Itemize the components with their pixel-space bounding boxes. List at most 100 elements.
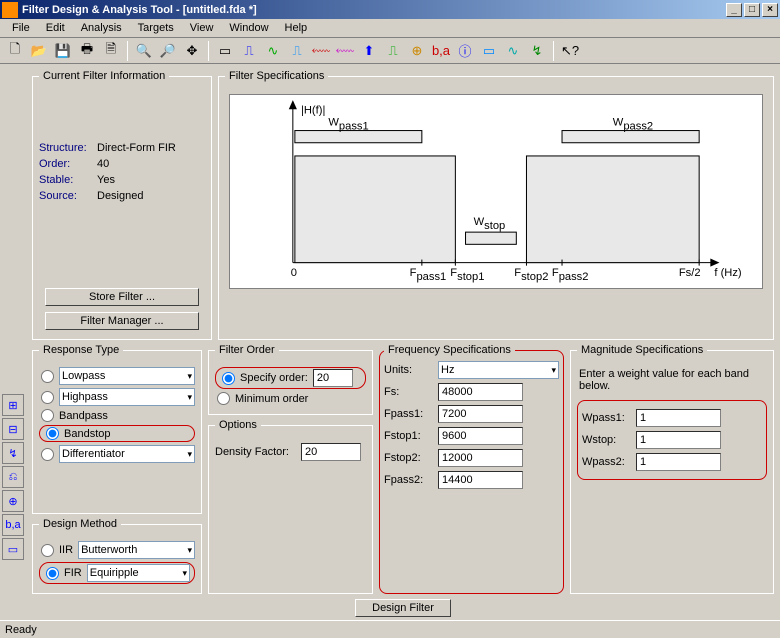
source-label: Source: xyxy=(39,190,97,202)
app-icon xyxy=(2,2,18,18)
spec-plot: |H(f)| Wpass1 Wstop Wpass2 xyxy=(229,94,763,289)
side-tool-7-icon[interactable]: ▭ xyxy=(2,538,24,560)
groupdelay-icon[interactable]: ⬳ xyxy=(310,40,332,62)
minimize-button[interactable]: _ xyxy=(726,3,742,17)
print-icon[interactable]: 🖶 xyxy=(76,40,98,62)
menu-analysis[interactable]: Analysis xyxy=(73,20,130,36)
mag-icon[interactable]: ⎍ xyxy=(238,40,260,62)
highpass-radio[interactable] xyxy=(41,391,54,404)
density-input[interactable]: 20 xyxy=(301,443,361,461)
fir-dropdown[interactable]: Equiripple xyxy=(87,564,190,582)
fpass1-input[interactable]: 7200 xyxy=(438,405,523,423)
open-icon[interactable]: 📂 xyxy=(28,40,50,62)
current-filter-info: Current Filter Information Structure:Dir… xyxy=(32,70,212,340)
fs-input[interactable]: 48000 xyxy=(438,383,523,401)
side-tool-3-icon[interactable]: ↯ xyxy=(2,442,24,464)
options: Options Density Factor:20 xyxy=(208,419,373,594)
differentiator-dropdown[interactable]: Differentiator xyxy=(59,445,195,463)
info-icon[interactable]: ⓘ xyxy=(454,40,476,62)
side-tool-2-icon[interactable]: ⊟ xyxy=(2,418,24,440)
save-icon[interactable]: 💾 xyxy=(52,40,74,62)
svg-text:Fpass2: Fpass2 xyxy=(552,267,589,283)
fstop2-input[interactable]: 12000 xyxy=(438,449,523,467)
mag-hint: Enter a weight value for each band below… xyxy=(579,368,765,392)
svg-text:Fpass1: Fpass1 xyxy=(410,267,447,283)
bandpass-label: Bandpass xyxy=(59,410,108,422)
step-icon[interactable]: ⎍ xyxy=(382,40,404,62)
iir-radio[interactable] xyxy=(41,544,54,557)
menu-bar: File Edit Analysis Targets View Window H… xyxy=(0,19,780,38)
spec-icon[interactable]: ▭ xyxy=(214,40,236,62)
iir-dropdown[interactable]: Butterworth xyxy=(78,541,195,559)
bandpass-radio[interactable] xyxy=(41,409,54,422)
printpreview-icon[interactable]: 🗎 xyxy=(100,40,122,62)
toolbar: 🗋 📂 💾 🖶 🗎 🔍 🔎 ✥ ▭ ⎍ ∿ ⎍ ⬳ ⬳ ⬆ ⎍ ⊕ b,a ⓘ … xyxy=(0,38,780,64)
fpass2-label: Fpass2: xyxy=(384,474,432,486)
differentiator-radio[interactable] xyxy=(41,448,54,461)
new-icon[interactable]: 🗋 xyxy=(4,40,26,62)
pan-icon[interactable]: ✥ xyxy=(181,40,203,62)
wstop-input[interactable]: 1 xyxy=(636,431,721,449)
highpass-dropdown[interactable]: Highpass xyxy=(59,388,195,406)
menu-edit[interactable]: Edit xyxy=(38,20,73,36)
zoomin-icon[interactable]: 🔍 xyxy=(133,40,155,62)
export-icon[interactable]: ↯ xyxy=(526,40,548,62)
menu-view[interactable]: View xyxy=(182,20,222,36)
order-label: Order: xyxy=(39,158,97,170)
fpass1-label: Fpass1: xyxy=(384,408,432,420)
minimum-order-radio[interactable] xyxy=(217,392,230,405)
menu-file[interactable]: File xyxy=(4,20,38,36)
maximize-button[interactable]: □ xyxy=(744,3,760,17)
svg-text:0: 0 xyxy=(291,267,297,279)
wpass1-input[interactable]: 1 xyxy=(636,409,721,427)
specify-order-radio[interactable] xyxy=(222,372,235,385)
zoomout-icon[interactable]: 🔎 xyxy=(157,40,179,62)
wstop-label: Wstop: xyxy=(582,434,630,446)
stable-label: Stable: xyxy=(39,174,97,186)
source-value: Designed xyxy=(97,190,143,202)
status-bar: Ready xyxy=(0,620,780,638)
roundoff-icon[interactable]: ∿ xyxy=(502,40,524,62)
phasedelay-icon[interactable]: ⬳ xyxy=(334,40,356,62)
structure-value: Direct-Form FIR xyxy=(97,142,176,154)
title-bar: Filter Design & Analysis Tool - [untitle… xyxy=(0,0,780,19)
filter-order-legend: Filter Order xyxy=(215,344,279,356)
wpass1-label: Wpass1: xyxy=(582,412,630,424)
store-filter-button[interactable]: Store Filter ... xyxy=(45,288,199,306)
side-toolbar: ⊞ ⊟ ↯ ⎌ ⊕ b,a ▭ xyxy=(0,64,26,620)
lowpass-dropdown[interactable]: Lowpass xyxy=(59,367,195,385)
polezero-icon[interactable]: ⊕ xyxy=(406,40,428,62)
magphase-icon[interactable]: ⎍ xyxy=(286,40,308,62)
fir-radio[interactable] xyxy=(46,567,59,580)
bandstop-radio[interactable] xyxy=(46,427,59,440)
fpass2-input[interactable]: 14400 xyxy=(438,471,523,489)
phase-icon[interactable]: ∿ xyxy=(262,40,284,62)
lowpass-radio[interactable] xyxy=(41,370,54,383)
bandstop-label: Bandstop xyxy=(64,428,110,440)
side-tool-5-icon[interactable]: ⊕ xyxy=(2,490,24,512)
units-dropdown[interactable]: Hz xyxy=(438,361,559,379)
stable-value: Yes xyxy=(97,174,115,186)
wpass2-input[interactable]: 1 xyxy=(636,453,721,471)
coef-icon[interactable]: b,a xyxy=(430,40,452,62)
close-button[interactable]: × xyxy=(762,3,778,17)
magest-icon[interactable]: ▭ xyxy=(478,40,500,62)
filter-manager-button[interactable]: Filter Manager ... xyxy=(45,312,199,330)
svg-text:f (Hz): f (Hz) xyxy=(714,267,742,279)
order-value: 40 xyxy=(97,158,109,170)
help-icon[interactable]: ↖? xyxy=(559,40,581,62)
specify-order-input[interactable]: 20 xyxy=(313,369,353,387)
fstop1-input[interactable]: 9600 xyxy=(438,427,523,445)
menu-window[interactable]: Window xyxy=(221,20,276,36)
filter-order: Filter Order Specify order:20 Minimum or… xyxy=(208,344,373,415)
menu-help[interactable]: Help xyxy=(277,20,316,36)
filter-spec-legend: Filter Specifications xyxy=(225,70,328,82)
window-title: Filter Design & Analysis Tool - [untitle… xyxy=(22,4,726,16)
side-tool-4-icon[interactable]: ⎌ xyxy=(2,466,24,488)
design-filter-button[interactable]: Design Filter xyxy=(355,599,451,617)
impulse-icon[interactable]: ⬆ xyxy=(358,40,380,62)
menu-targets[interactable]: Targets xyxy=(130,20,182,36)
fir-label: FIR xyxy=(64,567,82,579)
side-tool-6-icon[interactable]: b,a xyxy=(2,514,24,536)
side-tool-1-icon[interactable]: ⊞ xyxy=(2,394,24,416)
